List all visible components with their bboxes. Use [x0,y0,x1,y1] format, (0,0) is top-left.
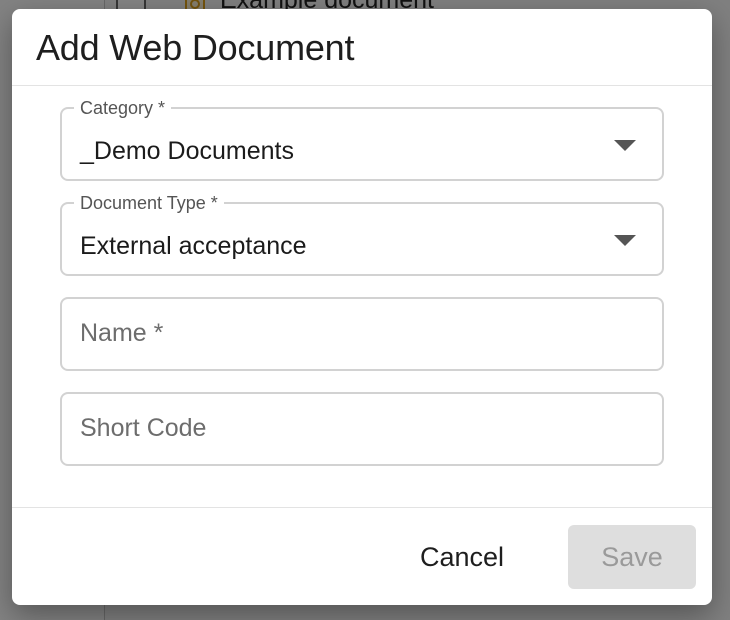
add-web-document-dialog: Add Web Document Category * _Demo Docume… [12,9,712,605]
chevron-down-icon[interactable] [614,235,636,246]
name-placeholder: Name * [80,319,164,347]
save-button[interactable]: Save [568,525,696,589]
chevron-down-icon[interactable] [614,140,636,151]
short-code-field[interactable]: Short Code [60,392,664,466]
category-value: _Demo Documents [80,137,294,165]
name-field[interactable]: Name * [60,297,664,371]
document-type-label: Document Type * [74,192,224,214]
footer-divider [12,507,712,508]
document-type-select[interactable]: Document Type * External acceptance [60,192,664,276]
short-code-placeholder: Short Code [80,414,207,442]
header-divider [12,85,712,86]
cancel-button[interactable]: Cancel [388,525,536,589]
document-type-value: External acceptance [80,232,307,260]
category-select[interactable]: Category * _Demo Documents [60,97,664,181]
category-label: Category * [74,97,172,119]
dialog-title: Add Web Document [36,27,355,68]
